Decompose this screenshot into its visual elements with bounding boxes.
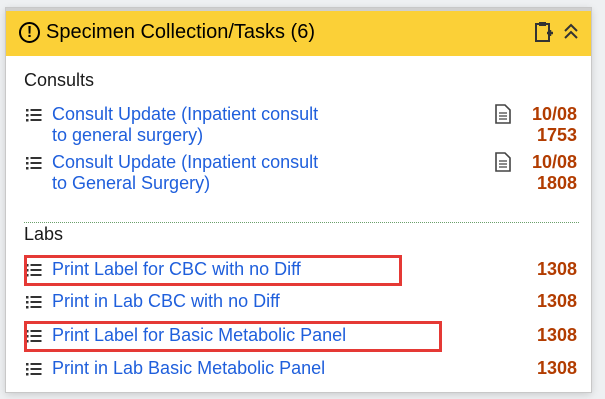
task-date: 10/08 <box>531 152 577 172</box>
list-icon <box>26 109 42 122</box>
task-time: 1808 <box>536 173 577 193</box>
task-time: 1308 <box>536 358 577 378</box>
document-icon[interactable] <box>495 152 511 172</box>
panel-header[interactable]: ! Specimen Collection/Tasks (6) <box>6 8 591 56</box>
consult-task-label-line1[interactable]: Consult Update (Inpatient consult <box>52 152 318 173</box>
lab-task-label[interactable]: Print in Lab CBC with no Diff <box>52 291 280 312</box>
clipboard-add-icon[interactable] <box>534 21 554 43</box>
labs-section-title: Labs <box>24 224 64 244</box>
section-divider <box>24 222 579 223</box>
specimen-collection-panel: ! Specimen Collection/Tasks (6) Consults… <box>6 8 591 392</box>
task-date: 10/08 <box>531 104 577 124</box>
consult-task-1[interactable]: Consult Update (Inpatient consult to gen… <box>26 104 591 148</box>
annotation-highlight-box <box>24 321 442 352</box>
consult-task-label-line2[interactable]: to General Surgery) <box>52 173 210 194</box>
list-icon <box>26 157 42 170</box>
task-time: 1308 <box>536 325 577 345</box>
alert-icon: ! <box>19 22 40 43</box>
list-icon <box>26 296 42 309</box>
document-icon[interactable] <box>495 104 511 124</box>
consults-section-title: Consults <box>24 70 95 90</box>
consult-task-label-line2[interactable]: to general surgery) <box>52 125 203 146</box>
list-icon <box>26 363 42 376</box>
consult-task-2[interactable]: Consult Update (Inpatient consult to Gen… <box>26 152 591 196</box>
double-chevron-up-icon[interactable] <box>563 23 579 41</box>
task-time: 1308 <box>536 291 577 311</box>
panel-title: Specimen Collection/Tasks (6) <box>46 21 315 43</box>
task-time: 1753 <box>536 125 577 145</box>
annotation-highlight-box <box>24 255 402 286</box>
task-time: 1308 <box>536 259 577 279</box>
lab-task-label[interactable]: Print in Lab Basic Metabolic Panel <box>52 358 325 379</box>
consult-task-label-line1[interactable]: Consult Update (Inpatient consult <box>52 104 318 125</box>
